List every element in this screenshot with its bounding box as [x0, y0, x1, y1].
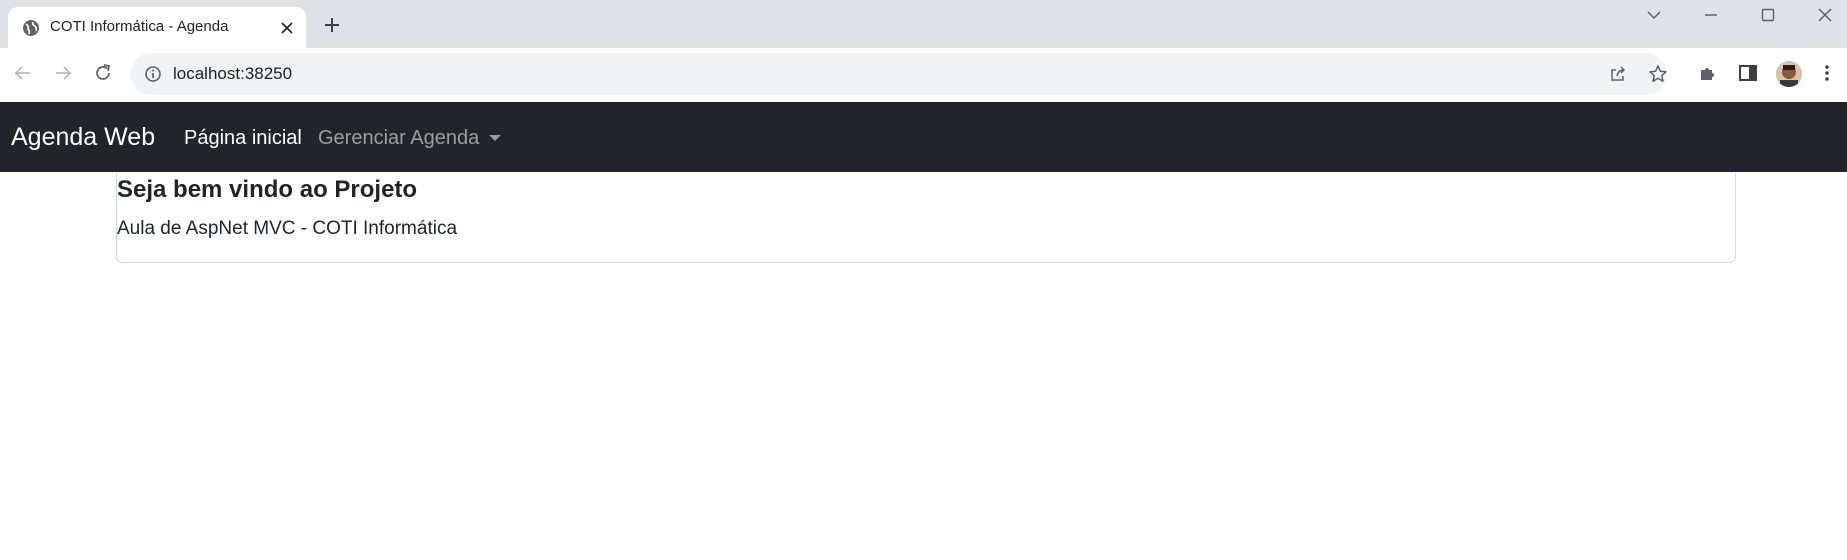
page-title: Seja bem vindo ao Projeto — [117, 176, 418, 203]
forward-arrow-icon[interactable] — [52, 62, 74, 84]
tab-title: COTI Informática - Agenda — [50, 18, 229, 35]
globe-icon — [22, 19, 40, 37]
kebab-menu-icon[interactable] — [1816, 62, 1838, 84]
browser-tab[interactable]: COTI Informática - Agenda — [8, 7, 306, 48]
new-tab-icon[interactable] — [322, 15, 342, 35]
side-panel-icon[interactable] — [1737, 62, 1759, 84]
address-bar[interactable]: localhost:38250 — [130, 53, 1667, 95]
extensions-puzzle-icon[interactable] — [1697, 62, 1719, 84]
profile-avatar[interactable] — [1776, 61, 1802, 87]
star-bookmark-icon[interactable] — [1648, 64, 1668, 84]
nav-item-gerenciar-agenda-label: Gerenciar Agenda — [318, 127, 480, 149]
welcome-card: Seja bem vindo ao Projeto Aula de AspNet… — [116, 173, 1736, 263]
maximize-icon[interactable] — [1757, 4, 1779, 26]
minimize-icon[interactable] — [1700, 4, 1722, 26]
navbar-brand[interactable]: Agenda Web — [11, 123, 155, 152]
chevron-down-icon[interactable] — [1643, 4, 1665, 26]
reload-icon[interactable] — [92, 62, 114, 84]
site-navbar: Agenda Web Página inicial Gerenciar Agen… — [0, 102, 1847, 172]
site-info-icon[interactable] — [144, 65, 162, 83]
browser-toolbar: localhost:38250 — [0, 48, 1847, 102]
nav-item-pagina-inicial[interactable]: Página inicial — [184, 127, 302, 150]
nav-item-gerenciar-agenda[interactable]: Gerenciar Agenda — [318, 127, 502, 150]
close-window-icon[interactable] — [1814, 4, 1836, 26]
share-icon[interactable] — [1608, 64, 1628, 84]
close-tab-icon[interactable] — [278, 19, 296, 37]
back-arrow-icon[interactable] — [12, 62, 34, 84]
caret-down-icon — [489, 134, 502, 141]
address-url[interactable]: localhost:38250 — [173, 64, 292, 84]
page-subtitle: Aula de AspNet MVC - COTI Informática — [117, 218, 458, 239]
browser-tabstrip: COTI Informática - Agenda — [0, 0, 1847, 48]
